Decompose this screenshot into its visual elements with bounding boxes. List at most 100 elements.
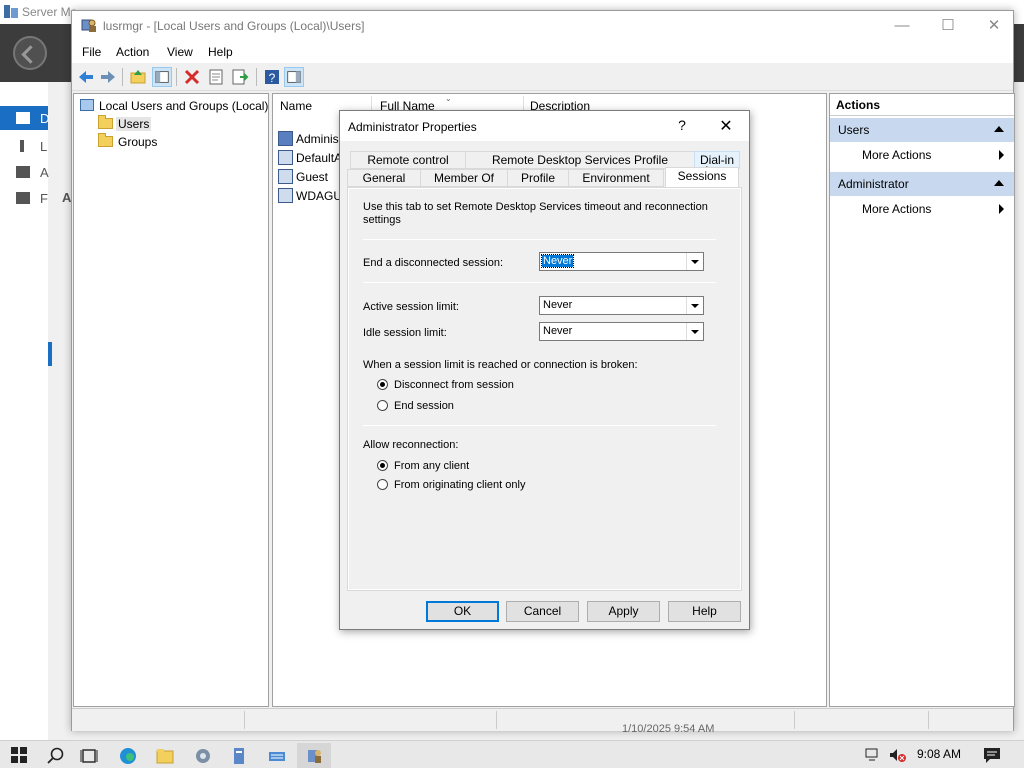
- sidebar-item-label: F: [40, 191, 48, 206]
- properties-icon[interactable]: [206, 67, 226, 87]
- server-manager-taskbar-icon[interactable]: [186, 743, 220, 768]
- reconnect-label: Allow reconnection:: [363, 439, 459, 451]
- show-action-pane-icon[interactable]: [284, 67, 304, 87]
- dialog-help-button[interactable]: ?: [674, 117, 690, 133]
- actions-section-administrator[interactable]: Administrator: [830, 172, 1014, 196]
- network-icon[interactable]: [864, 747, 884, 763]
- idle-limit-select[interactable]: Never: [539, 322, 704, 341]
- section-letter: A: [62, 190, 72, 205]
- disabled-user-icon: [278, 150, 293, 165]
- up-folder-icon[interactable]: [128, 67, 148, 87]
- file-explorer-icon[interactable]: [148, 743, 182, 768]
- menu-action[interactable]: Action: [116, 45, 149, 59]
- task-view-icon[interactable]: [72, 743, 106, 768]
- server-manager-sidebar: D L A F: [0, 82, 49, 740]
- more-actions-users[interactable]: More Actions: [862, 148, 931, 162]
- lusrmgr-taskbar-icon[interactable]: [297, 743, 331, 768]
- active-marker: [48, 342, 52, 366]
- actions-header: Actions: [830, 94, 1014, 116]
- sidebar-item-label: A: [40, 165, 49, 180]
- help-icon[interactable]: ?: [262, 67, 282, 87]
- select-value: Never: [543, 325, 573, 337]
- tree-item-groups[interactable]: Groups: [74, 133, 268, 151]
- tab-remote-control[interactable]: Remote control: [350, 151, 466, 169]
- menu-file[interactable]: File: [82, 45, 101, 59]
- tab-profile[interactable]: Profile: [507, 169, 569, 187]
- notifications-icon[interactable]: [982, 746, 1002, 764]
- radio-label: Disconnect from session: [394, 379, 514, 391]
- computer-icon: [80, 99, 94, 111]
- dialog-close-button[interactable]: ✕: [716, 116, 736, 136]
- radio-button[interactable]: [377, 460, 388, 471]
- sidebar-item-dashboard[interactable]: D: [0, 106, 49, 130]
- windows-logo-icon: [11, 747, 18, 754]
- tab-sessions[interactable]: Sessions: [665, 167, 739, 187]
- svg-text:?: ?: [269, 71, 276, 85]
- actions-section-users[interactable]: Users: [830, 118, 1014, 142]
- close-button[interactable]: ✕: [982, 15, 1006, 37]
- search-icon[interactable]: [38, 743, 72, 768]
- toolbar: ?: [72, 63, 1013, 91]
- menu-help[interactable]: Help: [208, 45, 233, 59]
- windows-logo-icon: [20, 756, 27, 763]
- maximize-button[interactable]: ☐: [936, 15, 960, 37]
- radio-button[interactable]: [377, 479, 388, 490]
- menu-bar: File Action View Help: [72, 41, 1013, 63]
- export-list-icon[interactable]: [230, 67, 250, 87]
- sidebar-item-all-servers[interactable]: A: [0, 160, 49, 184]
- user-name: Adminis: [296, 132, 339, 146]
- minimize-button[interactable]: —: [890, 15, 914, 37]
- delete-icon[interactable]: [182, 67, 202, 87]
- back-button[interactable]: [13, 36, 47, 70]
- volume-muted-icon[interactable]: [888, 747, 908, 763]
- tab-remote-desktop-profile[interactable]: Remote Desktop Services Profile: [465, 151, 695, 169]
- show-hide-tree-icon[interactable]: [152, 67, 172, 87]
- lusrmgr-icon: [81, 19, 96, 32]
- disabled-user-icon: [278, 188, 293, 203]
- menu-view[interactable]: View: [167, 45, 193, 59]
- back-arrow-icon[interactable]: [76, 67, 96, 87]
- collapse-icon[interactable]: [994, 126, 1004, 132]
- windows-logo-icon: [11, 756, 18, 763]
- status-text: 1/10/2025 9:54 AM: [622, 723, 715, 732]
- sidebar-item-label: L: [40, 139, 48, 154]
- ok-button[interactable]: OK: [426, 601, 499, 622]
- user-name: DefaultA: [296, 151, 343, 165]
- chevron-down-icon[interactable]: [686, 253, 703, 270]
- tab-environment[interactable]: Environment: [568, 169, 664, 187]
- more-actions-administrator[interactable]: More Actions: [862, 202, 931, 216]
- collapse-icon[interactable]: [994, 180, 1004, 186]
- disabled-user-icon: [278, 169, 293, 184]
- edge-icon[interactable]: [111, 743, 145, 768]
- chevron-down-icon[interactable]: [686, 297, 703, 314]
- status-bar: 1/10/2025 9:54 AM: [72, 708, 1013, 732]
- chevron-down-icon[interactable]: [686, 323, 703, 340]
- tab-general[interactable]: General: [347, 169, 421, 187]
- apply-button[interactable]: Apply: [587, 601, 660, 622]
- tree-item-users[interactable]: Users: [74, 115, 268, 133]
- clock[interactable]: 9:08 AM: [917, 747, 961, 761]
- help-button[interactable]: Help: [668, 601, 741, 622]
- end-disconnected-select[interactable]: Never: [539, 252, 704, 271]
- radio-button[interactable]: [377, 379, 388, 390]
- cancel-button[interactable]: Cancel: [506, 601, 579, 622]
- keyboard-icon[interactable]: [260, 743, 294, 768]
- user-icon: [278, 131, 293, 146]
- sidebar-item-file-services[interactable]: F: [0, 186, 48, 210]
- file-services-icon: [16, 192, 30, 204]
- server-manager-title: Server Ma: [22, 5, 78, 19]
- tree-item-label: Groups: [118, 135, 158, 149]
- sidebar-item-local-server[interactable]: L: [0, 134, 48, 158]
- radio-button[interactable]: [377, 400, 388, 411]
- server-manager-icon: [4, 5, 18, 18]
- tree-root[interactable]: Local Users and Groups (Local): [74, 97, 268, 115]
- tab-member-of[interactable]: Member Of: [420, 169, 508, 187]
- active-limit-select[interactable]: Never: [539, 296, 704, 315]
- dialog-titlebar: Administrator Properties ? ✕: [340, 111, 749, 141]
- start-button[interactable]: [11, 747, 27, 763]
- separator: [363, 282, 716, 283]
- computer-management-icon[interactable]: [222, 743, 256, 768]
- forward-arrow-icon[interactable]: [98, 67, 118, 87]
- column-header-name[interactable]: Name: [280, 99, 312, 113]
- radio-label: End session: [394, 400, 454, 412]
